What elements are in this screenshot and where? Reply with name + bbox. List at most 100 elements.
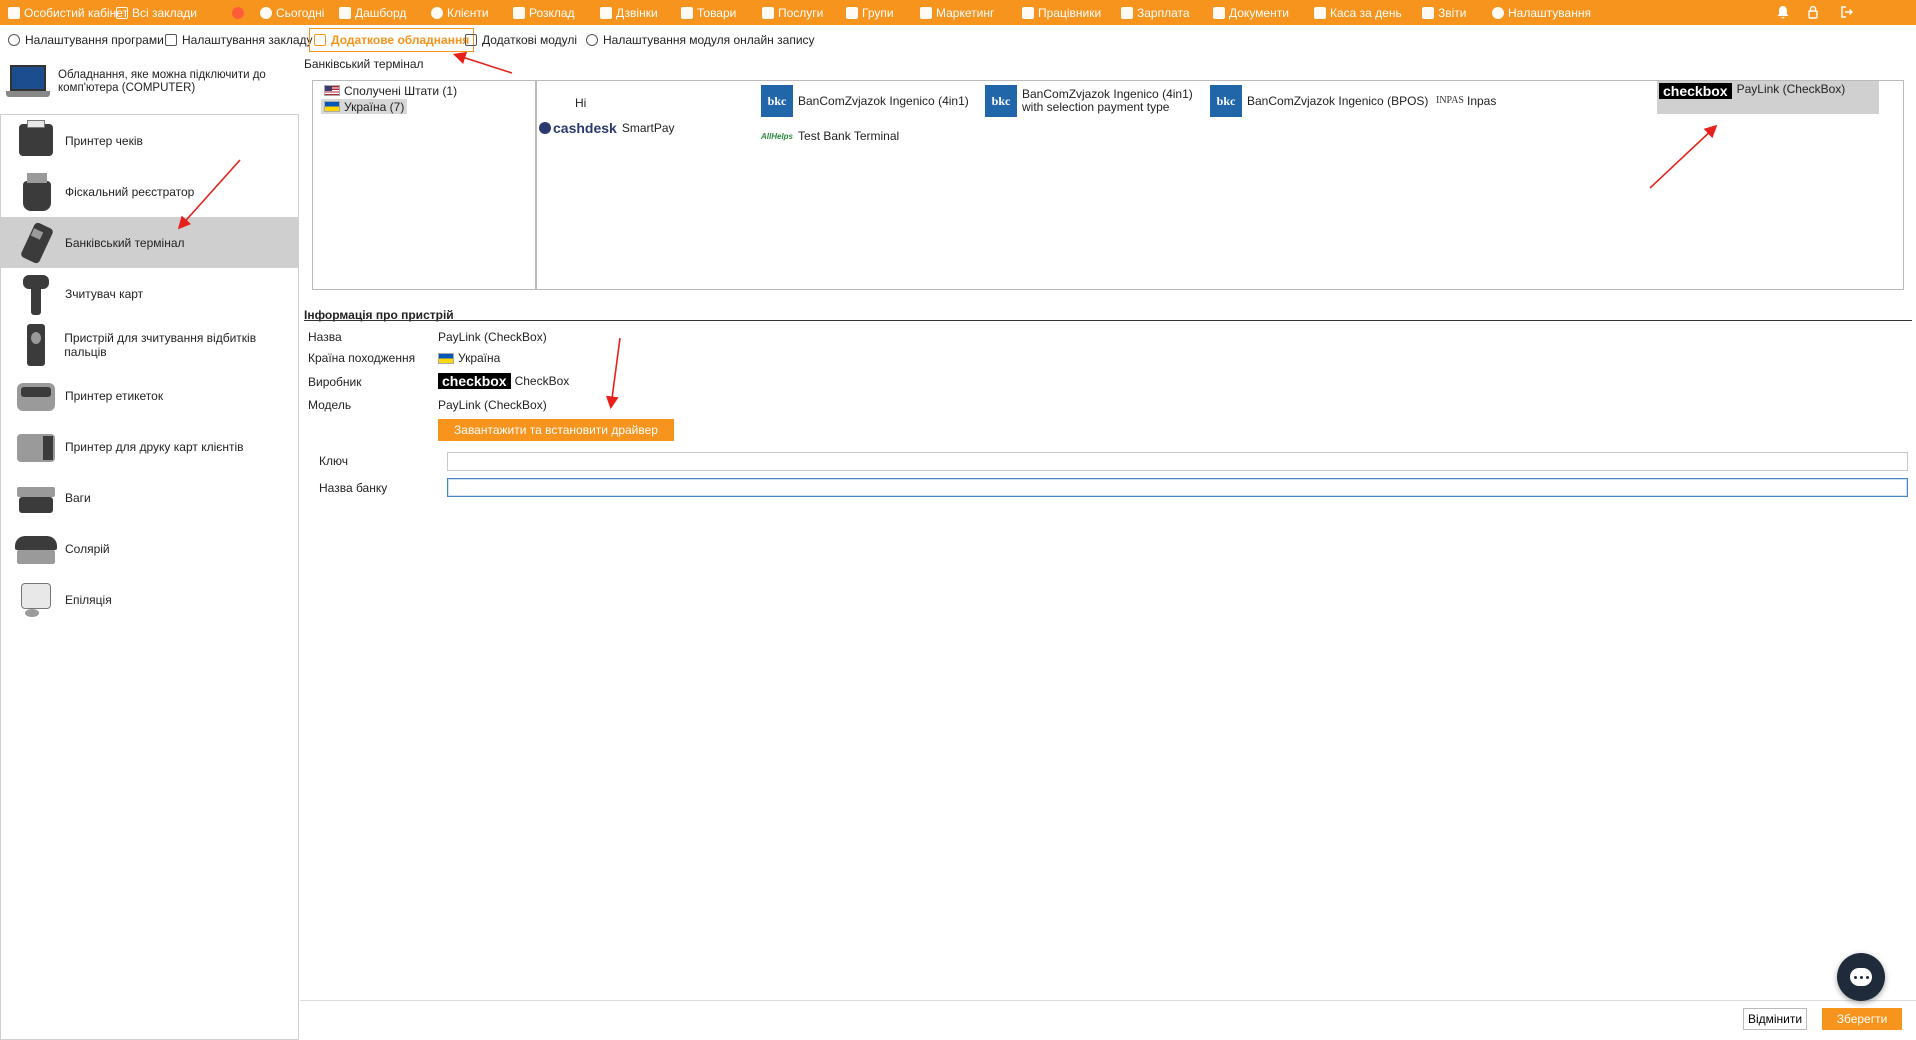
- key-input[interactable]: [447, 452, 1908, 471]
- pulse-icon: [339, 6, 351, 19]
- country-list: Сполучені Штати (1) Україна (7): [312, 80, 536, 290]
- briefcase-icon: [8, 6, 20, 19]
- device-type-list: Принтер чеків Фіскальний реєстратор Банк…: [0, 114, 299, 1040]
- ukraine-flag-icon: [438, 352, 454, 364]
- group-icon: [846, 6, 858, 19]
- nav-goods[interactable]: Товари: [673, 0, 736, 25]
- terminal-item-inpas[interactable]: INPAS Inpas: [1436, 87, 1496, 115]
- download-driver-button[interactable]: Завантажити та встановити драйвер: [438, 419, 674, 441]
- terminal-item-bkc-4in1[interactable]: bkc BanComZvjazok Ingenico (4in1): [761, 84, 969, 118]
- megaphone-icon: [920, 6, 932, 19]
- user-icon: [431, 6, 443, 19]
- nav-schedule[interactable]: Розклад: [505, 0, 575, 25]
- receipt-printer-icon: [13, 118, 59, 164]
- card-printer-icon: [13, 424, 59, 470]
- top-navigation-bar: Особистий кабінет Всі заклади Сьогодні Д…: [0, 0, 1916, 25]
- annotation-arrow: [605, 337, 621, 410]
- country-item-usa[interactable]: Сполучені Штати (1): [321, 83, 460, 98]
- gear-icon: [8, 34, 20, 46]
- bank-terminal-icon: [13, 220, 59, 266]
- us-flag-icon: [324, 85, 340, 96]
- tab-additional-modules[interactable]: Додаткові модулі: [461, 28, 581, 52]
- checkbox-logo-icon: checkbox: [1659, 83, 1732, 99]
- phone-book-icon: [600, 6, 612, 19]
- fiscal-register-icon: [13, 169, 59, 215]
- clock-icon: [260, 6, 272, 19]
- cancel-button[interactable]: Відмінити: [1743, 1008, 1807, 1030]
- device-item-card-reader[interactable]: Зчитувач карт: [1, 268, 298, 319]
- device-item-receipt-printer[interactable]: Принтер чеків: [1, 115, 298, 166]
- gear-icon: [1492, 6, 1504, 19]
- country-item-ukraine[interactable]: Україна (7): [321, 99, 408, 114]
- nav-documents[interactable]: Документи: [1205, 0, 1289, 25]
- building-icon: [165, 34, 177, 46]
- money-icon: [1121, 6, 1133, 19]
- device-item-card-printer[interactable]: Принтер для друку карт клієнтів: [1, 421, 298, 472]
- info-model-value: PayLink (CheckBox): [438, 398, 547, 412]
- terminal-item-smartpay[interactable]: cashdesk SmartPay: [539, 118, 675, 138]
- cashdesk-logo-icon: cashdesk: [539, 121, 617, 135]
- divider: [304, 320, 1912, 321]
- bkc-logo-icon: bkc: [985, 85, 1017, 117]
- device-item-label-printer[interactable]: Принтер етикеток: [1, 370, 298, 421]
- solarium-icon: [13, 526, 59, 572]
- device-item-bank-terminal[interactable]: Банківський термінал: [1, 217, 298, 268]
- logout-icon[interactable]: [1840, 5, 1854, 19]
- document-icon: [1213, 6, 1225, 19]
- nav-groups[interactable]: Групи: [838, 0, 894, 25]
- bell-icon[interactable]: [1776, 5, 1790, 19]
- scales-icon: [13, 475, 59, 521]
- calendar-icon: [513, 6, 525, 19]
- nav-reports[interactable]: Звіти: [1414, 0, 1467, 25]
- box-icon: [681, 6, 693, 19]
- nav-phone[interactable]: [224, 0, 244, 25]
- tab-online-booking-settings[interactable]: Налаштування модуля онлайн запису: [582, 28, 819, 52]
- terminal-item-test-bank[interactable]: AllHelps Test Bank Terminal: [761, 126, 899, 146]
- terminal-item-bkc-4in1-selection[interactable]: bkc BanComZvjazok Ingenico (4in1) with se…: [985, 84, 1203, 118]
- nav-calls[interactable]: Дзвінки: [592, 0, 658, 25]
- nav-today[interactable]: Сьогодні: [252, 0, 324, 25]
- info-manufacturer-value: checkbox CheckBox: [438, 373, 569, 389]
- lock-icon[interactable]: [1806, 5, 1820, 19]
- nav-dashboard[interactable]: Дашборд: [331, 0, 406, 25]
- annotation-arrow: [452, 51, 513, 74]
- nav-salary[interactable]: Зарплата: [1113, 0, 1190, 25]
- nav-marketing[interactable]: Маркетинг: [912, 0, 994, 25]
- device-item-fingerprint-reader[interactable]: Пристрій для зчитування відбитків пальці…: [1, 319, 298, 370]
- checkbox-logo-icon: checkbox: [438, 373, 511, 389]
- section-title: Банківський термінал: [304, 57, 424, 71]
- bar-chart-icon: [1422, 6, 1434, 19]
- terminal-item-bkc-bpos[interactable]: bkc BanComZvjazok Ingenico (BPOS): [1210, 84, 1428, 118]
- nav-settings[interactable]: Налаштування: [1484, 0, 1591, 25]
- info-manufacturer-label: Виробник: [308, 375, 362, 389]
- save-button[interactable]: Зберегти: [1822, 1008, 1902, 1030]
- fingerprint-reader-icon: [13, 322, 58, 368]
- device-item-fiscal-register[interactable]: Фіскальний реєстратор: [1, 166, 298, 217]
- nav-clients[interactable]: Клієнти: [423, 0, 489, 25]
- worker-icon: [1022, 6, 1034, 19]
- tab-location-settings[interactable]: Налаштування закладу: [161, 28, 317, 52]
- device-item-scales[interactable]: Ваги: [1, 472, 298, 523]
- terminal-list: Hi bkc BanComZvjazok Ingenico (4in1) bkc B…: [536, 80, 1904, 290]
- nav-workers[interactable]: Працівники: [1014, 0, 1101, 25]
- tab-program-settings[interactable]: Налаштування програми: [4, 28, 168, 52]
- computer-equipment-header: Обладнання, яке можна підключити до комп…: [6, 60, 296, 104]
- device-item-epilation[interactable]: Епіляція: [1, 574, 298, 625]
- epilation-icon: [13, 577, 59, 623]
- modules-icon: [465, 34, 477, 46]
- buildings-icon: [116, 6, 128, 19]
- chat-icon: [1850, 968, 1872, 986]
- bank-name-input[interactable]: [447, 478, 1908, 497]
- nav-all-locations[interactable]: Всі заклади: [108, 0, 197, 25]
- terminal-item-paylink-checkbox[interactable]: checkbox PayLink (CheckBox): [1657, 81, 1879, 114]
- chat-button[interactable]: [1837, 953, 1885, 1001]
- bank-name-label: Назва банку: [319, 481, 388, 495]
- info-name-value: PayLink (CheckBox): [438, 330, 547, 344]
- globe-icon: [586, 34, 598, 46]
- terminal-item-hi[interactable]: Hi: [575, 94, 586, 112]
- tab-additional-equipment[interactable]: Додаткове обладнання: [309, 28, 475, 52]
- device-item-solarium[interactable]: Солярій: [1, 523, 298, 574]
- footer-divider: [300, 1000, 1916, 1001]
- nav-services[interactable]: Послуги: [754, 0, 823, 25]
- nav-daily-cash[interactable]: Каса за день: [1306, 0, 1402, 25]
